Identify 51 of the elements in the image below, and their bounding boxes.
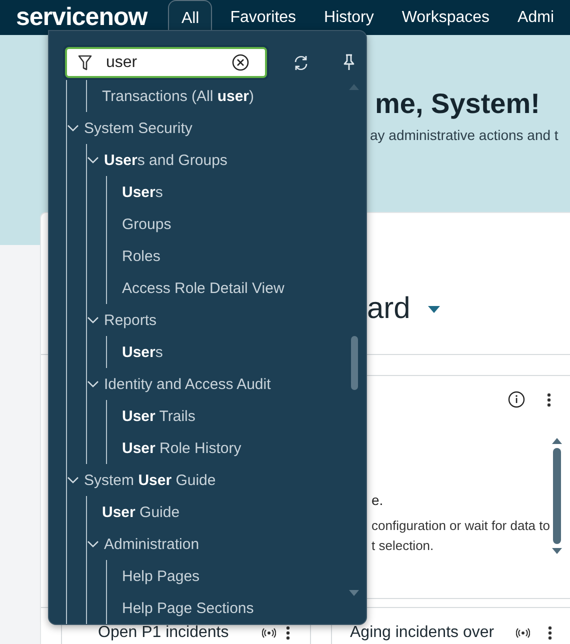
logo[interactable]: servicenow — [0, 3, 154, 32]
search-field[interactable]: user — [65, 47, 267, 78]
clear-icon[interactable] — [232, 54, 249, 71]
chevron-icon[interactable] — [87, 156, 99, 164]
menu-item[interactable]: System User Guide — [84, 472, 216, 488]
scrollbar-thumb[interactable] — [350, 336, 358, 390]
scrollbar-thumb[interactable] — [553, 448, 561, 544]
menu-item[interactable]: Help Pages — [122, 568, 200, 584]
search-input[interactable]: user — [106, 54, 218, 72]
chevron-icon[interactable] — [87, 380, 99, 388]
menu-item[interactable]: User Trails — [122, 408, 196, 424]
page-subtitle: ay administrative actions and t — [370, 127, 560, 143]
broadcast-icon[interactable] — [262, 628, 276, 638]
dashboard-title: ard — [367, 291, 410, 327]
more-icon[interactable] — [548, 626, 552, 640]
scroll-down-icon[interactable] — [552, 548, 562, 554]
chevron-icon[interactable] — [67, 124, 79, 132]
chevron-icon[interactable] — [87, 540, 99, 548]
menu-item[interactable]: Roles — [122, 248, 160, 264]
menu-item[interactable]: Administration — [104, 536, 200, 552]
info-icon[interactable] — [508, 391, 525, 408]
scroll-up-icon[interactable] — [552, 438, 562, 444]
chevron-icon[interactable] — [67, 476, 79, 484]
pin-icon[interactable] — [343, 54, 355, 71]
broadcast-icon[interactable] — [516, 628, 530, 638]
menu-item[interactable]: Access Role Detail View — [122, 280, 284, 296]
menu-item[interactable]: Users and Groups — [104, 152, 228, 168]
chevron-icon[interactable] — [87, 316, 99, 324]
caret-icon[interactable] — [428, 306, 440, 312]
nav-tab[interactable]: Workspaces — [390, 0, 502, 35]
menu-item[interactable]: Users — [122, 184, 163, 200]
widget-message: configuration or wait for data to — [372, 518, 550, 534]
widget-title: Aging incidents over — [350, 624, 496, 642]
menu-item[interactable]: System Security — [84, 120, 192, 136]
filter-icon — [78, 54, 92, 70]
menu-item[interactable]: User Guide — [102, 504, 180, 520]
more-icon[interactable] — [547, 392, 551, 406]
page-heading: me, System! — [375, 87, 541, 121]
menu-item[interactable]: Reports — [104, 312, 157, 328]
menu-item[interactable]: Users — [122, 344, 163, 360]
more-icon[interactable] — [286, 626, 290, 640]
menu-item[interactable]: Help Page Sections — [122, 600, 254, 616]
widget-message: e. — [372, 492, 384, 508]
refresh-icon[interactable] — [293, 54, 309, 70]
widget-message: t selection. — [372, 538, 435, 554]
menu-item[interactable]: Transactions (All user) — [102, 88, 254, 104]
menu-item[interactable]: User Role History — [122, 440, 242, 456]
widget-title: Open P1 incidents — [98, 624, 230, 642]
menu-item[interactable]: Groups — [122, 216, 172, 232]
nav-tab[interactable]: Admi — [506, 0, 566, 35]
menu-item[interactable]: Identity and Access Audit — [104, 376, 271, 392]
